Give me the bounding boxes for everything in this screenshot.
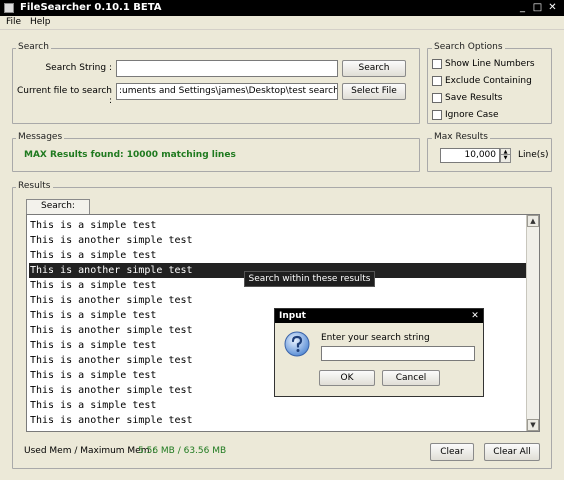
minimize-button[interactable]: _	[516, 2, 529, 13]
memory-label: Used Mem / Maximum Mem :	[24, 446, 156, 456]
max-results-spinner[interactable]: ▲ ▼	[500, 148, 511, 163]
dialog-title-bar: Input	[275, 309, 483, 323]
dialog-cancel-button[interactable]: Cancel	[382, 370, 440, 386]
title-bar: FileSearcher 0.10.1 BETA _ □ ✕	[0, 0, 564, 16]
dialog-ok-button[interactable]: OK	[319, 370, 375, 386]
context-menu-item-search-within[interactable]: Search within these results	[244, 271, 375, 287]
current-file-field[interactable]: :uments and Settings\james\Desktop\test …	[116, 83, 338, 100]
search-string-input[interactable]	[116, 60, 338, 77]
search-button[interactable]: Search	[342, 60, 406, 77]
menu-bar: File Help	[0, 16, 564, 30]
show-line-numbers-label[interactable]: Show Line Numbers	[445, 59, 535, 69]
search-string-label: Search String :	[45, 63, 112, 73]
menu-help[interactable]: Help	[30, 17, 51, 27]
show-line-numbers-checkbox[interactable]	[432, 59, 442, 69]
dialog-close-icon[interactable]: ✕	[469, 310, 481, 322]
save-results-checkbox[interactable]	[432, 93, 442, 103]
dialog-search-input[interactable]	[321, 346, 475, 361]
result-line[interactable]: This is a simple test	[29, 248, 526, 263]
maximize-button[interactable]: □	[531, 2, 544, 13]
results-scrollbar[interactable]: ▲ ▼	[526, 215, 539, 431]
menu-file[interactable]: File	[6, 17, 21, 27]
result-line[interactable]: This is another simple test	[29, 233, 526, 248]
app-icon	[4, 3, 14, 13]
memory-value: 5.56 MB / 63.56 MB	[138, 446, 227, 456]
current-file-label: Current file to search :	[16, 86, 112, 106]
spinner-down-icon[interactable]: ▼	[501, 155, 510, 162]
select-file-button[interactable]: Select File	[342, 83, 406, 100]
ignore-case-checkbox[interactable]	[432, 110, 442, 120]
exclude-containing-checkbox[interactable]	[432, 76, 442, 86]
clear-button[interactable]: Clear	[430, 443, 474, 461]
exclude-containing-label[interactable]: Exclude Containing	[445, 76, 532, 86]
results-message: MAX Results found: 10000 matching lines	[24, 150, 236, 160]
ignore-case-label[interactable]: Ignore Case	[445, 110, 499, 120]
dialog-title: Input	[279, 311, 306, 321]
window-title: FileSearcher 0.10.1 BETA	[20, 2, 162, 13]
close-button[interactable]: ✕	[546, 2, 559, 13]
question-icon	[284, 331, 310, 357]
result-line[interactable]: This is a simple test	[29, 398, 526, 413]
scroll-down-icon[interactable]: ▼	[527, 419, 539, 431]
search-options-legend: Search Options	[432, 42, 505, 52]
max-results-input[interactable]: 10,000	[440, 148, 500, 163]
search-legend: Search	[16, 42, 51, 52]
clear-all-button[interactable]: Clear All	[484, 443, 540, 461]
result-line[interactable]: This is another simple test	[29, 413, 526, 428]
result-line[interactable]: This is a simple test	[29, 218, 526, 233]
results-legend: Results	[16, 181, 53, 191]
dialog-prompt: Enter your search string	[321, 333, 430, 343]
result-line[interactable]: This is another simple test	[29, 293, 526, 308]
messages-legend: Messages	[16, 132, 65, 142]
save-results-label[interactable]: Save Results	[445, 93, 502, 103]
tab-search-simple[interactable]: Search: simple	[26, 199, 90, 224]
max-results-unit: Line(s)	[518, 150, 549, 160]
max-results-legend: Max Results	[432, 132, 490, 142]
input-dialog: Input ✕ Enter your search string OK Canc…	[274, 308, 484, 397]
scroll-up-icon[interactable]: ▲	[527, 215, 539, 227]
